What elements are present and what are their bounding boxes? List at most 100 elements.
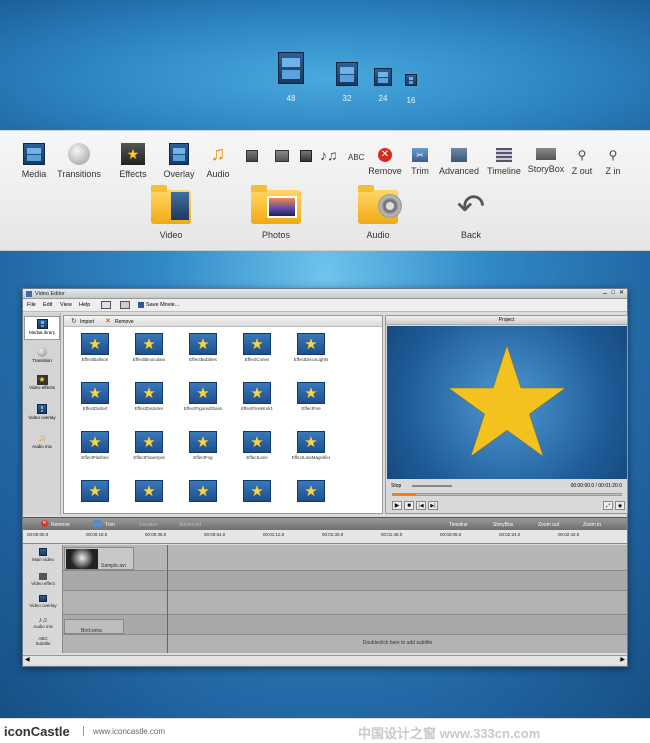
monitor-icon[interactable] (101, 301, 111, 309)
toolbar-transitions[interactable]: Transitions (54, 143, 104, 179)
effect-thumbnail-star-icon: ★ (243, 431, 271, 453)
film-frame-icon[interactable] (246, 150, 258, 162)
effect-item[interactable]: ★ EffectLens (230, 431, 284, 460)
fullscreen-button[interactable]: ⤢ (603, 501, 613, 510)
remove-button[interactable]: Remove (115, 319, 134, 325)
audio-clip[interactable]: Bird.wma (64, 619, 124, 634)
volume-slider[interactable] (412, 485, 452, 487)
sidebar-item-video-effects[interactable]: ★ Video effects (24, 373, 60, 397)
abc-icon[interactable]: ABC (348, 153, 364, 162)
big-photos[interactable]: Photos (243, 185, 309, 240)
toolbar-storybox[interactable]: StoryBox (525, 148, 567, 174)
effect-thumbnail-star-icon: ★ (81, 431, 109, 453)
scroll-left-arrow[interactable]: ◀ (25, 656, 30, 663)
stop-button[interactable]: ■ (404, 501, 414, 510)
toolbar-effects[interactable]: ★ Effects (116, 143, 150, 179)
toolbar-zoom-in[interactable]: ⚲ Z in (600, 148, 626, 176)
seek-bar[interactable] (392, 493, 622, 496)
title-bar[interactable]: Video Editor ‒ □ ✕ (23, 289, 627, 299)
toolbar-overlay[interactable]: Overlay (160, 143, 198, 179)
effect-item[interactable]: ★ (122, 480, 176, 504)
video-clip[interactable]: Sample.avi (64, 547, 134, 570)
zoom-out-button[interactable]: Zoom out (538, 522, 559, 528)
track-main-video[interactable] (63, 545, 627, 571)
menu-bar: File Edit View Help Save Movie... (23, 299, 627, 312)
close-button[interactable]: ✕ (619, 290, 624, 297)
sidebar-item-video-overlay[interactable]: Video overlay (24, 402, 60, 426)
toolbar-remove[interactable]: ✕ Remove (366, 148, 404, 176)
effect-item[interactable]: ★ EffectFlashes (68, 431, 122, 460)
footer-url[interactable]: www.iconcastle.com (93, 727, 165, 736)
big-back[interactable]: ↶ Back (446, 190, 496, 240)
effect-item[interactable]: ★ (230, 480, 284, 504)
sidebar-item-media-library[interactable]: MediaLibrary (24, 316, 60, 340)
playhead-divider[interactable] (167, 545, 168, 653)
storybox-button[interactable]: StoryBox (493, 522, 513, 528)
track-video-effect[interactable] (63, 571, 627, 591)
effect-item[interactable]: ★ EffectBinoculars (122, 333, 176, 362)
film-stack-icon[interactable] (275, 150, 289, 162)
ruler-tick-label: 00:01:12.0 (263, 532, 285, 537)
toolbar-advanced[interactable]: Advanced (437, 148, 481, 176)
prev-button[interactable]: |◀ (416, 501, 426, 510)
play-button[interactable]: ▶ (392, 501, 402, 510)
effect-item[interactable]: ★ EffectBalloon (68, 333, 122, 362)
brand-logo: iconCastle (4, 724, 70, 739)
effect-item[interactable]: ★ EffectBubbles (176, 333, 230, 362)
subtitle-hint[interactable]: Doubleclick here to add subtitle (168, 640, 627, 646)
ruler-tick-label: 00:02:06.0 (440, 532, 462, 537)
timeline-trim-button[interactable]: Trim (105, 522, 115, 528)
track-video-overlay[interactable] (63, 591, 627, 615)
minimize-button[interactable]: ‒ (603, 290, 607, 297)
snapshot-button[interactable]: ◉ (615, 501, 625, 510)
advanced-button[interactable]: Advanced (179, 522, 201, 528)
effect-item[interactable]: ★ EffectLineMagnifier (284, 431, 338, 460)
save-movie-button[interactable]: Save Movie... (146, 302, 179, 308)
big-audio[interactable]: Audio (350, 185, 406, 240)
zoom-in-button[interactable]: Zoom in (583, 522, 601, 528)
effect-thumbnail-star-icon: ★ (135, 333, 163, 355)
toolbar-trim[interactable]: ✂ Trim (407, 148, 433, 176)
effect-item[interactable]: ★ EffectFireWork1 (230, 382, 284, 411)
menu-help[interactable]: Help (79, 302, 90, 308)
timeline-remove-button[interactable]: Remove (51, 522, 70, 528)
horizontal-scrollbar[interactable]: ◀ ▶ (23, 655, 627, 664)
menu-view[interactable]: View (60, 302, 72, 308)
music-notes-icon[interactable]: ♪♫ (320, 147, 338, 163)
effect-item[interactable]: ★ (176, 480, 230, 504)
film-strip-icon[interactable] (300, 150, 312, 162)
toolbar-timeline[interactable]: Timeline (485, 148, 523, 176)
maximize-button[interactable]: □ (611, 290, 615, 297)
effect-item[interactable]: ★ (68, 480, 122, 504)
toolbar-zoom-out[interactable]: ⚲ Z out (568, 148, 596, 176)
video-clip-label: Sample.avi (101, 563, 126, 569)
toolbar-media[interactable]: Media (17, 143, 51, 179)
effect-item[interactable]: ★ EffectDiscoLights (284, 333, 338, 362)
effect-item[interactable]: ★ EffectDistort (68, 382, 122, 411)
effect-item[interactable]: ★ EffectFire (284, 382, 338, 411)
import-button[interactable]: Import (80, 319, 94, 325)
effect-item[interactable]: ★ EffectFog (176, 431, 230, 460)
film-icon (39, 548, 47, 556)
duration-button[interactable]: Duration (139, 522, 158, 528)
toolbar-audio[interactable]: ♫ Audio (202, 143, 234, 179)
effect-item[interactable]: ★ EffectCones (230, 333, 284, 362)
timeline-ruler[interactable]: 00:00:00.0 00:00:18.0 00:00:36.0 00:00:54.0… (23, 530, 627, 544)
effect-item[interactable]: ★ EffectFlowerpot (122, 431, 176, 460)
effect-item[interactable]: ★ EffectFiguredGlass (176, 382, 230, 411)
scroll-right-arrow[interactable]: ▶ (620, 656, 625, 663)
effect-item[interactable]: ★ (284, 480, 338, 504)
sidebar-item-audio-mix[interactable]: ♫ Audio mix (24, 431, 60, 455)
sidebar-item-transition[interactable]: Transition (24, 345, 60, 369)
audio-folder-icon (358, 185, 402, 224)
watermark: 中国设计之窗 www.333cn.com (358, 726, 541, 741)
track-audio-mix[interactable] (63, 615, 627, 635)
timeline-view-button[interactable]: Timeline (449, 522, 468, 528)
effect-item[interactable]: ★ EffectDistorter (122, 382, 176, 411)
screen-icon[interactable] (120, 301, 130, 309)
size-sample-24: 24 (373, 68, 393, 103)
menu-edit[interactable]: Edit (43, 302, 52, 308)
menu-file[interactable]: File (27, 302, 36, 308)
big-video[interactable]: Video (141, 185, 201, 240)
next-button[interactable]: ▶| (428, 501, 438, 510)
